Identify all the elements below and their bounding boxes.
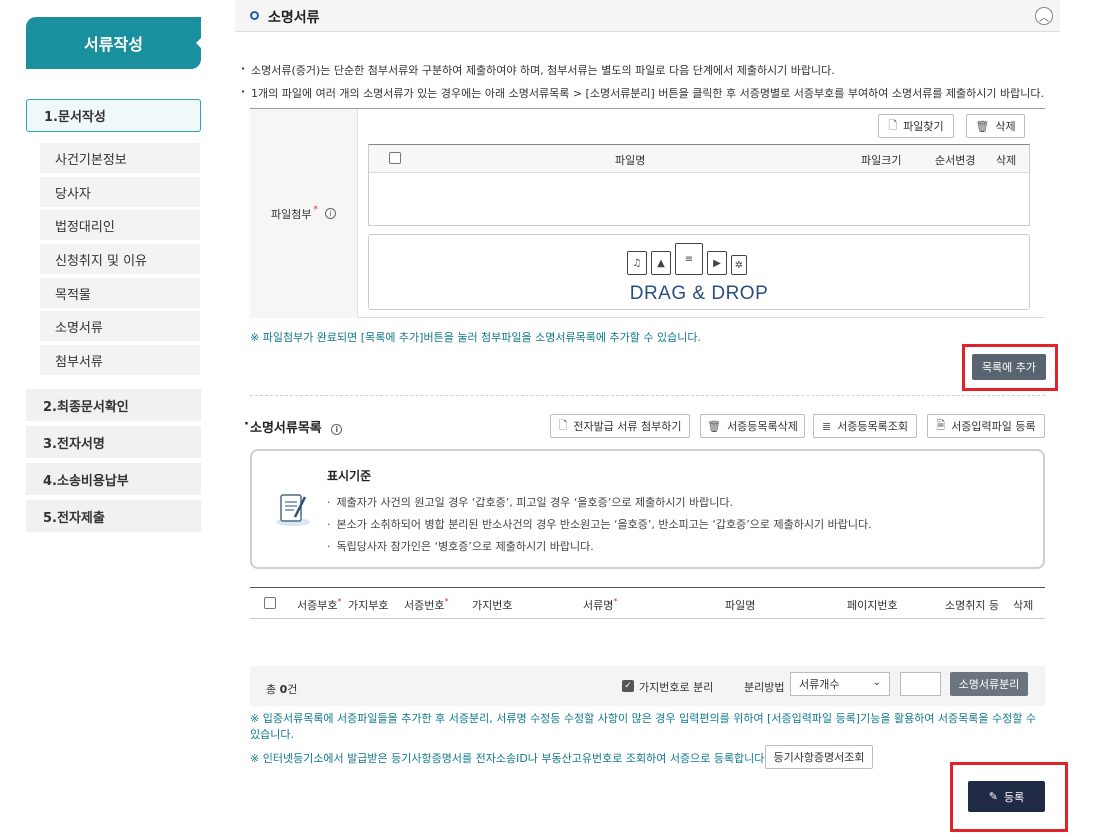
split-evidence-button[interactable]: 소명서류분리 [950,672,1028,696]
sidebar-step-e-sign[interactable]: 3.전자서명 [26,426,201,458]
file-attach-label: 파일첨부 * i [250,109,358,318]
required-mark: * [313,204,318,215]
attach-electronic-doc-button[interactable]: 🗋 전자발급 서류 첨부하기 [550,414,690,438]
chevron-down-icon: ⌄ [872,677,881,688]
sidebar-sub-evidence[interactable]: 소명서류 [40,311,200,341]
collapse-icon[interactable]: ︿ [1035,7,1053,25]
sidebar-sub-attachments[interactable]: 첨부서류 [40,345,200,375]
footer-note-2: ※ 인터넷등기소에서 발급받은 등기사항증명서를 전자소송ID나 부동산고유번호… [250,752,768,765]
sidebar-step-document[interactable]: 1.문서작성 [26,99,201,132]
split-count-input[interactable] [900,672,941,696]
settings-file-icon: ✲ [731,255,747,275]
document-file-icon: ≡ [675,243,703,275]
image-file-icon: ▲ [651,251,671,275]
drag-drop-text: DRAG & DROP [629,283,769,304]
split-method-label: 분리방법 [744,681,785,694]
notch-decoration [196,37,202,49]
section-note-2: 1개의 파일에 여러 개의 소명서류가 있는 경우에는 아래 소명서류목록 > … [241,85,1044,101]
register-evidence-file-button[interactable]: 🗎 서증입력파일 등록 [927,414,1045,438]
criteria-line-1: 제출자가 사건의 원고일 경우 ‘갑호증’, 피고일 경우 ‘을호증’으로 제출… [327,494,734,510]
delete-evidence-list-button[interactable]: 🗑 서증등목록삭제 [700,414,805,438]
col-branch-code: 가지부호 [348,599,389,612]
col-evidence-number: 서증번호* [404,597,449,612]
drag-drop-zone[interactable]: ♫ ▲ ≡ ▶ ✲ DRAG & DROP [368,234,1030,310]
evidence-table-header: 서증부호* 가지부호 서증번호* 가지번호 서류명* 파일명 페이지번호 소명취… [250,587,1045,619]
col-file-size: 파일크기 [861,154,902,167]
document-pen-icon [276,494,310,526]
evidence-list-title: 소명서류목록 i [244,417,343,436]
file-table-header: 파일명 파일크기 순서변경 삭제 [369,145,1029,173]
col-branch-number: 가지번호 [472,599,513,612]
split-by-branch-checkbox[interactable]: ✓ [622,680,634,692]
sidebar-sub-legal-rep[interactable]: 법정대리인 [40,210,200,240]
list-search-icon: ≣ [821,419,832,433]
total-count: 총 0건 [266,683,298,696]
find-file-button[interactable]: 🗋 파일찾기 [878,114,954,138]
split-method-select[interactable]: 서류개수 ⌄ [790,672,890,696]
add-to-list-button[interactable]: 목록에 추가 [972,354,1046,380]
sidebar-sub-case-info[interactable]: 사건기본정보 [40,143,200,173]
section-title: 소명서류 [268,10,320,26]
sidebar-title: 서류작성 [26,17,202,69]
col-evidence-code: 서증부호* [297,597,342,612]
col-delete: 삭제 [996,154,1017,167]
registry-certificate-button[interactable]: 등기사항증명서조회 [765,745,873,769]
sidebar-step-payment[interactable]: 4.소송비용납부 [26,463,201,495]
pencil-icon: ✎ [988,790,998,803]
trash-icon: 🗑 [707,419,722,433]
col-withdraw: 소명취지 등 [945,599,1000,612]
col-file-name: 파일명 [615,154,646,167]
section-note-1: 소명서류(증거)는 단순한 첨부서류와 구분하여 제출하여야 하며, 첨부서류는… [241,62,835,78]
main-content: 소명서류 ︿ 소명서류(증거)는 단순한 첨부서류와 구분하여 제출하여야 하며… [235,0,1068,838]
footer-note-1: ※ 입증서류목록에 서증파일들을 추가한 후 서증분리, 서류명 수정등 수정할… [250,712,1037,741]
info-icon[interactable]: i [324,208,336,219]
select-all-checkbox[interactable] [389,152,401,164]
file-search-icon: 🗋 [888,118,898,132]
sidebar-sub-claim[interactable]: 신청취지 및 이유 [40,244,200,274]
sidebar-step-final-check[interactable]: 2.최종문서확인 [26,389,201,421]
split-by-branch-label: 가지번호로 분리 [639,681,714,694]
audio-file-icon: ♫ [627,251,647,275]
criteria-title: 표시기준 [327,469,372,483]
register-button[interactable]: ✎ 등록 [968,781,1045,812]
info-icon[interactable]: i [331,424,343,435]
sidebar: 서류작성 1.문서작성 사건기본정보 당사자 법정대리인 신청취지 및 이유 목… [0,0,215,838]
evidence-footer-bar: 총 0건 ✓ 가지번호로 분리 분리방법 서류개수 ⌄ 소명서류분리 [250,666,1045,706]
col-order: 순서변경 [935,154,976,167]
col-page-number: 페이지번호 [847,599,898,612]
document-icon: 🗋 [558,418,568,432]
criteria-line-3: 독립당사자 참가인은 ‘병호증’으로 제출하시기 바랍니다. [327,538,594,554]
divider [250,395,1045,396]
col-doc-name: 서류명* [583,597,618,612]
trash-icon: 🗑 [975,119,990,133]
select-all-evidence-checkbox[interactable] [264,597,276,609]
sidebar-sub-object[interactable]: 목적물 [40,278,200,308]
file-type-icons: ♫ ▲ ≡ ▶ ✲ [627,243,747,275]
delete-file-button[interactable]: 🗑 삭제 [966,114,1025,138]
video-file-icon: ▶ [707,251,727,275]
view-evidence-list-button[interactable]: ≣ 서증등목록조회 [813,414,917,438]
circle-bullet-icon [250,11,259,20]
col-file-name: 파일명 [725,599,756,612]
display-criteria-box: 표시기준 제출자가 사건의 원고일 경우 ‘갑호증’, 피고일 경우 ‘을호증’… [250,449,1045,569]
sidebar-sub-party[interactable]: 당사자 [40,177,200,207]
section-header: 소명서류 ︿ [235,0,1060,32]
criteria-line-2: 본소가 소취하되어 병합 분리된 반소사건의 경우 반소원고는 ‘을호증’, 반… [327,516,872,532]
col-delete: 삭제 [1013,599,1034,612]
file-table: 파일명 파일크기 순서변경 삭제 [368,144,1030,226]
attach-note: ※ 파일첨부가 완료되면 [목록에 추가]버튼을 눌러 첨부파일을 소명서류목록… [250,331,701,344]
file-upload-icon: 🗎 [936,418,946,432]
sidebar-step-submit[interactable]: 5.전자제출 [26,500,201,532]
